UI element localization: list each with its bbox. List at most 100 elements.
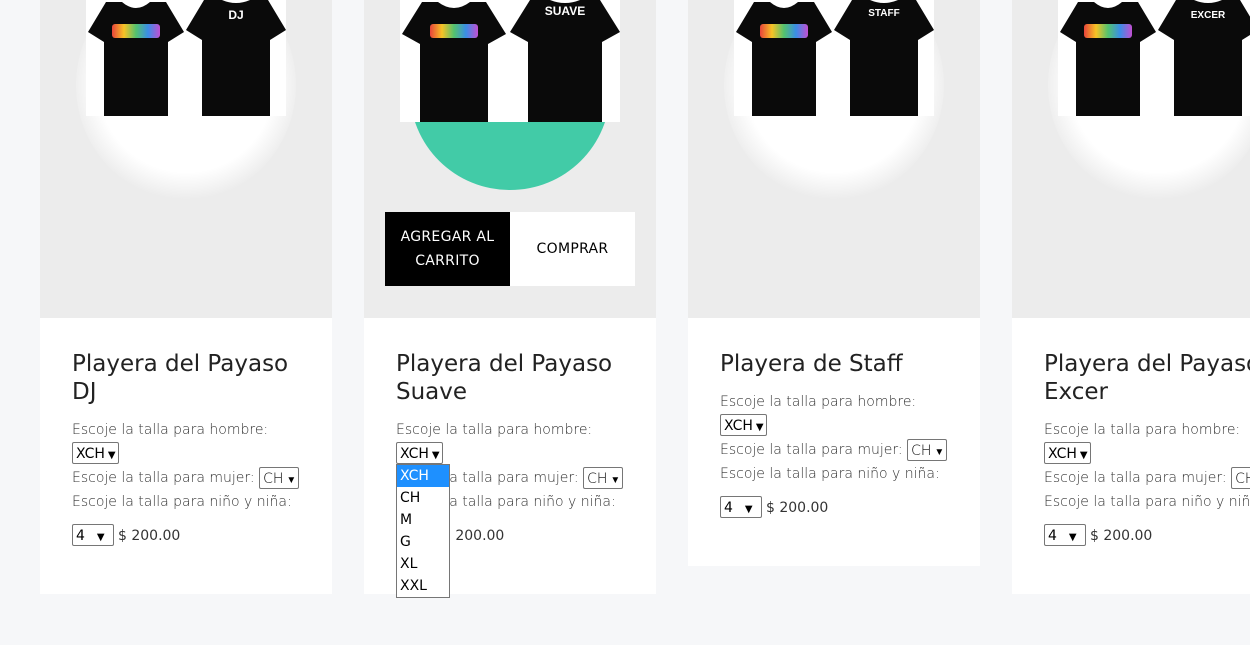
women-size-select[interactable]: CH▼ — [907, 439, 948, 461]
product-title: Playera del Payaso DJ — [72, 350, 300, 406]
kids-size-select[interactable]: 4▼ — [1044, 524, 1086, 546]
men-size-label: Escoje la talla para hombre: — [396, 422, 593, 438]
men-size-select[interactable]: XCH ▼ — [720, 414, 767, 436]
men-size-label: Escoje la talla para hombre: — [1044, 422, 1241, 438]
shirt-print-text: DJ — [228, 8, 244, 22]
shirt-print-text: SUAVE — [544, 4, 586, 18]
product-image-area: EXCER — [1012, 0, 1250, 318]
chevron-down-icon: ▼ — [744, 504, 753, 515]
add-to-cart-button[interactable]: AGREGAR AL CARRITO — [385, 212, 510, 286]
men-size-value: XCH — [1048, 446, 1077, 462]
product-info: Playera del Payaso DJ Escoje la talla par… — [40, 318, 332, 576]
chevron-down-icon: ▼ — [1068, 532, 1077, 543]
dropdown-option[interactable]: XXL — [397, 575, 449, 597]
title-line-1: Playera del Payaso — [1044, 351, 1250, 377]
product-image-area: STAFF — [688, 0, 980, 318]
title-line-2: Suave — [396, 379, 468, 405]
men-size-select[interactable]: XCH ▼ — [1044, 442, 1091, 464]
women-size-row: Escoje la talla para mujer: CH▼ — [1044, 466, 1250, 490]
product-info: Playera del Payaso Excer Escoje la talla … — [1012, 318, 1250, 576]
product-price: $ 200.00 — [1090, 527, 1153, 544]
women-size-label: Escoje la talla para mujer: — [72, 470, 255, 486]
product-card-excer: EXCER Playera del Payaso Excer Escoje la … — [1012, 0, 1250, 594]
kids-size-select[interactable]: 4▼ — [720, 496, 762, 518]
title-line-1: Playera del Payaso — [72, 351, 289, 377]
tshirt-front-icon — [1060, 2, 1156, 116]
chevron-down-icon: ▼ — [96, 532, 105, 543]
dropdown-option[interactable]: M — [397, 509, 449, 531]
women-size-select[interactable]: CH▼ — [259, 467, 300, 489]
men-size-select[interactable]: XCH ▼ — [72, 442, 119, 464]
men-size-select[interactable]: XCH ▼ — [396, 442, 443, 464]
title-line-1: Playera del Payaso — [396, 351, 613, 377]
women-size-value: CH — [587, 471, 608, 487]
chevron-down-icon: ▼ — [431, 450, 440, 461]
clown-logo-icon — [760, 24, 808, 38]
product-price: $ 200.00 — [118, 527, 181, 544]
women-size-value: CH — [263, 471, 284, 487]
product-image-area: SUAVE AGREGAR AL CARRITO COMPRAR — [364, 0, 656, 318]
product-title: Playera de Staff — [720, 351, 903, 377]
kids-size-value: 4 — [76, 528, 85, 544]
product-image[interactable]: DJ — [86, 0, 286, 116]
chevron-down-icon: ▼ — [610, 475, 621, 486]
women-size-value: CH — [1235, 471, 1250, 487]
women-size-label: Escoje la talla para mujer: — [720, 442, 903, 458]
product-price: $ 200.00 — [442, 527, 505, 544]
tshirt-back-icon: EXCER — [1158, 0, 1250, 116]
tshirt-front-icon — [88, 2, 184, 116]
chevron-down-icon: ▼ — [1079, 450, 1088, 461]
clown-logo-icon — [430, 24, 478, 38]
chevron-down-icon: ▼ — [755, 422, 764, 433]
dropdown-option[interactable]: G — [397, 531, 449, 553]
tshirt-back-icon: STAFF — [834, 0, 934, 116]
product-image-area: DJ — [40, 0, 332, 318]
clown-logo-icon — [112, 24, 160, 38]
dropdown-option[interactable]: XL — [397, 553, 449, 575]
tshirt-back-icon: DJ — [186, 0, 286, 116]
women-size-label: Escoje la talla para mujer: — [1044, 470, 1227, 486]
dropdown-option[interactable]: XCH — [397, 465, 449, 487]
title-line-2: DJ — [72, 379, 97, 405]
men-size-value: XCH — [724, 418, 753, 434]
product-title: Playera del Payaso Suave — [396, 350, 624, 406]
kids-size-label: Escoje la talla para niño y niña: — [72, 494, 292, 510]
product-title: Playera del Payaso Excer — [1044, 350, 1250, 406]
men-size-label: Escoje la talla para hombre: — [72, 422, 269, 438]
women-size-select[interactable]: CH▼ — [1231, 467, 1250, 489]
product-price: $ 200.00 — [766, 499, 829, 516]
kids-price-row: 4▼$ 200.00 — [72, 524, 300, 546]
kids-size-value: 4 — [1048, 528, 1057, 544]
women-size-row: Escoje la talla para mujer: CH▼ — [72, 466, 300, 490]
shirt-print-text: EXCER — [1190, 10, 1226, 21]
product-card-staff: STAFF Playera de Staff Escoje la talla p… — [688, 0, 980, 566]
dropdown-option[interactable]: CH — [397, 487, 449, 509]
women-size-row: Escoje la talla para mujer: CH▼ — [720, 438, 948, 462]
shirt-print-text: STAFF — [868, 8, 900, 19]
clown-logo-icon — [1084, 24, 1132, 38]
men-size-dropdown-list[interactable]: XCH CH M G XL XXL — [396, 464, 450, 598]
product-info: Playera de Staff Escoje la talla para ho… — [688, 318, 980, 548]
kids-price-row: 4▼$ 200.00 — [1044, 524, 1250, 546]
men-size-label: Escoje la talla para hombre: — [720, 394, 917, 410]
kids-size-select[interactable]: 4▼ — [72, 524, 114, 546]
chevron-down-icon: ▼ — [107, 450, 116, 461]
kids-size-label: Escoje la talla para niño y niña: — [720, 466, 940, 482]
product-image[interactable]: EXCER — [1058, 0, 1250, 116]
women-size-select[interactable]: CH▼ — [583, 467, 624, 489]
chevron-down-icon: ▼ — [934, 447, 945, 458]
product-image[interactable]: SUAVE — [400, 0, 620, 122]
buy-button[interactable]: COMPRAR — [510, 212, 635, 286]
men-size-value: XCH — [76, 446, 105, 462]
kids-size-label: Escoje la talla para niño y niña: — [1044, 494, 1250, 510]
kids-price-row: 4▼$ 200.00 — [720, 496, 948, 518]
tshirt-front-icon — [736, 2, 832, 116]
product-image[interactable]: STAFF — [734, 0, 934, 116]
women-size-value: CH — [911, 443, 932, 459]
chevron-down-icon: ▼ — [286, 475, 297, 486]
title-line-2: Excer — [1044, 379, 1108, 405]
tshirt-front-icon — [402, 2, 506, 122]
tshirt-back-icon: SUAVE — [510, 0, 620, 122]
men-size-value: XCH — [400, 446, 429, 462]
kids-size-value: 4 — [724, 500, 733, 516]
